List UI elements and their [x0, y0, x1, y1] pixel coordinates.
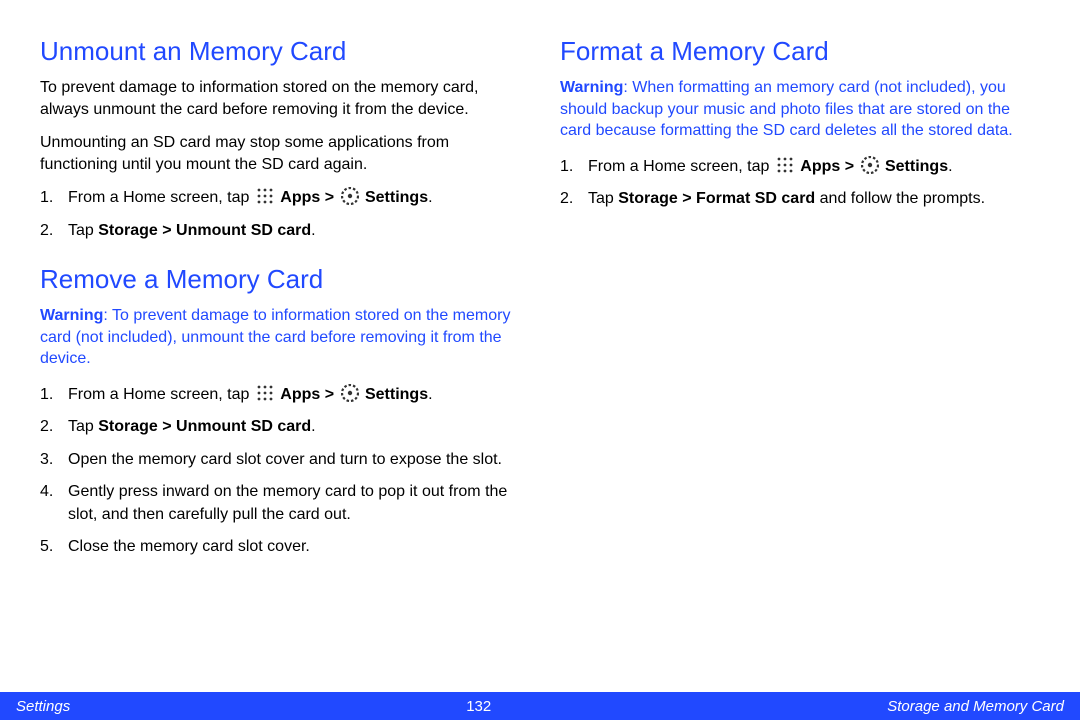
warning-text: : When formatting an memory card (not in… [560, 79, 1013, 139]
footer-right: Storage and Memory Card [887, 698, 1064, 715]
apps-label: Apps > [800, 158, 858, 175]
heading-unmount: Unmount an Memory Card [40, 36, 520, 67]
step-unmount-2: Tap Storage > Unmount SD card. [40, 220, 520, 242]
apps-label: Apps > [280, 386, 338, 403]
warning-text: : To prevent damage to information store… [40, 307, 510, 367]
step-text: Tap [588, 190, 618, 207]
settings-gear-icon [341, 384, 359, 402]
step-post: . [428, 386, 432, 403]
step-post: . [311, 222, 315, 239]
page-footer: Settings 132 Storage and Memory Card [0, 692, 1080, 720]
para-unmount-2: Unmounting an SD card may stop some appl… [40, 132, 520, 175]
settings-label: Settings [365, 189, 428, 206]
step-remove-5: Close the memory card slot cover. [40, 536, 520, 558]
step-bold: Storage > Unmount SD card [98, 418, 311, 435]
step-post: and follow the prompts. [815, 190, 985, 207]
left-column: Unmount an Memory Card To prevent damage… [40, 30, 520, 682]
content-columns: Unmount an Memory Card To prevent damage… [0, 0, 1080, 692]
settings-gear-icon [861, 156, 879, 174]
step-text: Tap [68, 418, 98, 435]
heading-format: Format a Memory Card [560, 36, 1040, 67]
heading-remove: Remove a Memory Card [40, 264, 520, 295]
step-post: . [428, 189, 432, 206]
step-remove-3: Open the memory card slot cover and turn… [40, 449, 520, 471]
warning-label: Warning [560, 79, 623, 96]
settings-label: Settings [365, 386, 428, 403]
step-remove-2: Tap Storage > Unmount SD card. [40, 416, 520, 438]
warning-label: Warning [40, 307, 103, 324]
apps-grid-icon [776, 156, 794, 174]
step-remove-1: From a Home screen, tap Apps > Settings. [40, 384, 520, 406]
para-unmount-1: To prevent damage to information stored … [40, 77, 520, 120]
apps-grid-icon [256, 384, 274, 402]
step-format-1: From a Home screen, tap Apps > Settings. [560, 156, 1040, 178]
settings-label: Settings [885, 158, 948, 175]
step-unmount-1: From a Home screen, tap Apps > Settings. [40, 187, 520, 209]
footer-left: Settings [16, 698, 70, 715]
step-bold: Storage > Format SD card [618, 190, 815, 207]
step-post: . [311, 418, 315, 435]
apps-label: Apps > [280, 189, 338, 206]
apps-grid-icon [256, 187, 274, 205]
step-text: Tap [68, 222, 98, 239]
steps-format: From a Home screen, tap Apps > Settings.… [560, 156, 1040, 211]
manual-page: Unmount an Memory Card To prevent damage… [0, 0, 1080, 720]
warning-remove: Warning: To prevent damage to informatio… [40, 305, 520, 370]
step-post: . [948, 158, 952, 175]
step-remove-4: Gently press inward on the memory card t… [40, 481, 520, 526]
right-column: Format a Memory Card Warning: When forma… [560, 30, 1040, 682]
steps-unmount: From a Home screen, tap Apps > Settings.… [40, 187, 520, 242]
step-text: From a Home screen, tap [68, 386, 254, 403]
warning-format: Warning: When formatting an memory card … [560, 77, 1040, 142]
steps-remove: From a Home screen, tap Apps > Settings.… [40, 384, 520, 558]
step-bold: Storage > Unmount SD card [98, 222, 311, 239]
footer-page-number: 132 [466, 698, 491, 715]
step-format-2: Tap Storage > Format SD card and follow … [560, 188, 1040, 210]
step-text: From a Home screen, tap [588, 158, 774, 175]
step-text: From a Home screen, tap [68, 189, 254, 206]
settings-gear-icon [341, 187, 359, 205]
